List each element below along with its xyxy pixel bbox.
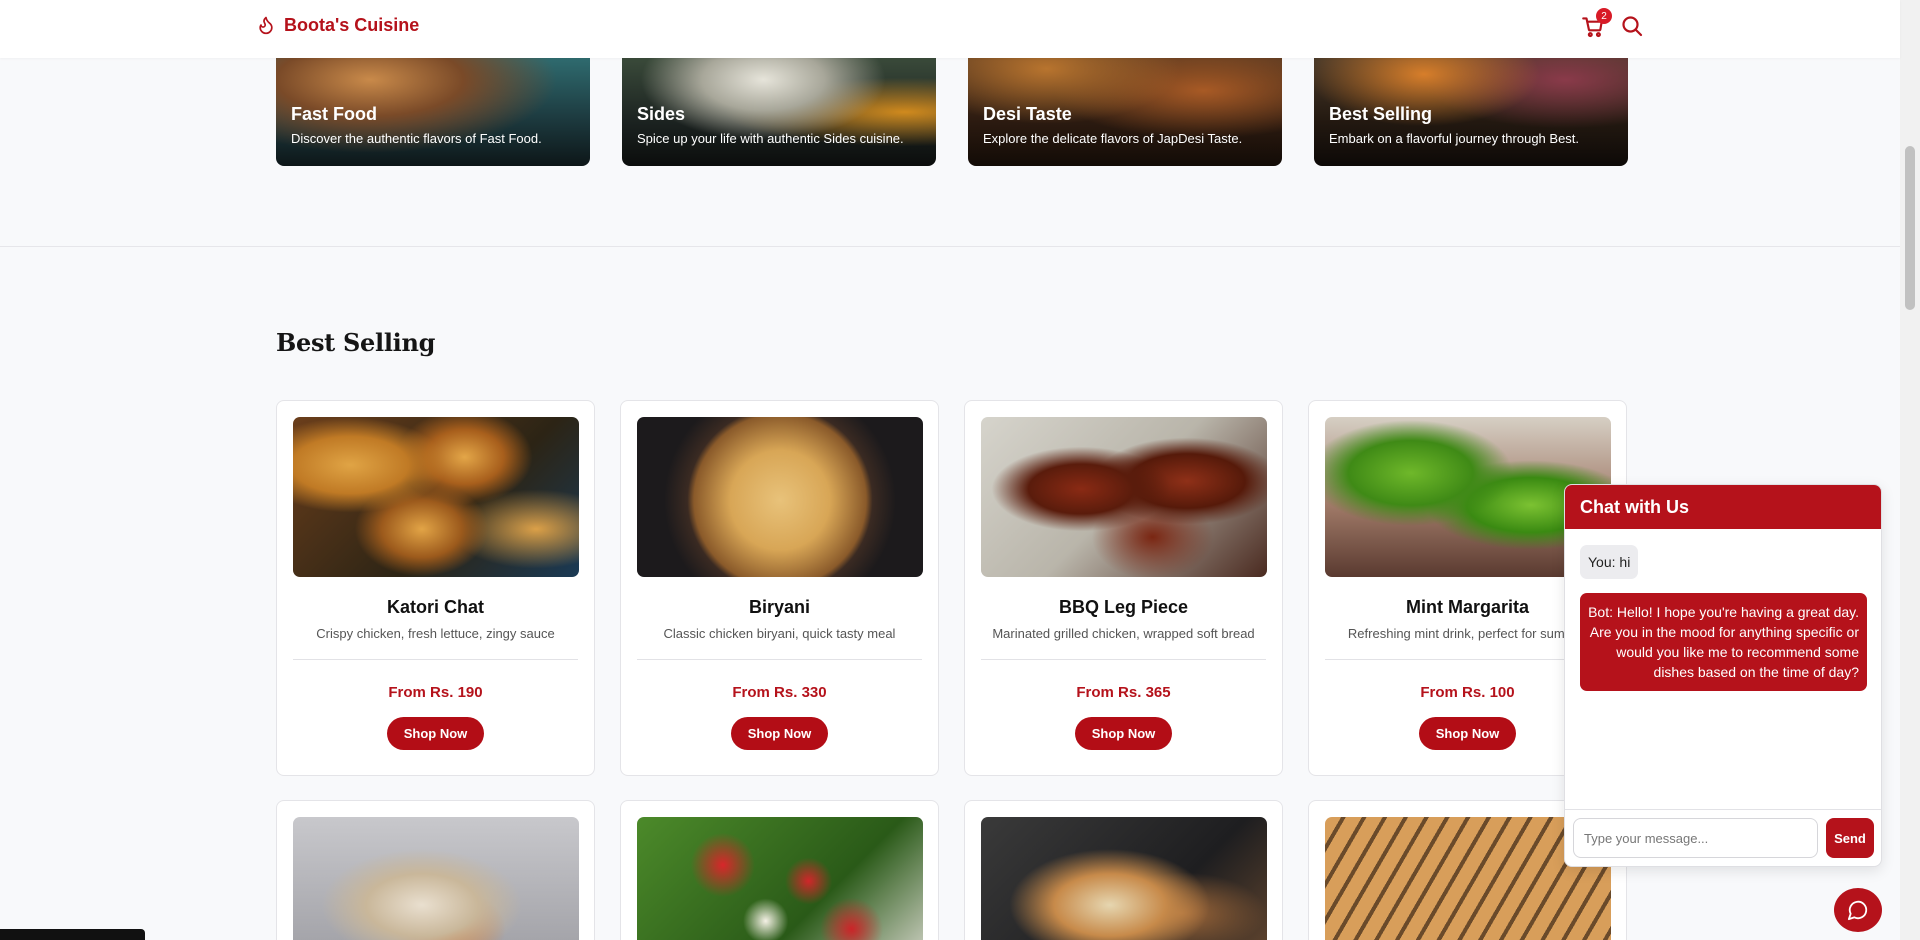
cart-button[interactable]: 2	[1580, 8, 1612, 40]
category-card-desi-taste[interactable]: Desi Taste Explore the delicate flavors …	[968, 58, 1282, 166]
product-grid: Katori Chat Crispy chicken, fresh lettuc…	[276, 400, 1627, 940]
category-desc: Embark on a flavorful journey through Be…	[1329, 131, 1580, 146]
product-card	[620, 800, 939, 940]
product-name: Katori Chat	[386, 597, 484, 617]
product-image	[981, 817, 1267, 940]
category-card-sides[interactable]: Sides Spice up your life with authentic …	[622, 58, 936, 166]
chat-title: Chat with Us	[1565, 485, 1881, 529]
chat-input[interactable]	[1573, 818, 1818, 858]
product-card: BBQ Leg Piece Marinated grilled chicken,…	[964, 400, 1283, 776]
product-image	[293, 417, 579, 577]
category-row: Fast Food Discover the authentic flavors…	[276, 58, 1628, 166]
product-desc: Marinated grilled chicken, wrapped soft …	[992, 626, 1255, 641]
product-desc: Classic chicken biryani, quick tasty mea…	[663, 626, 896, 641]
category-title: Desi Taste	[983, 104, 1072, 124]
shop-now-button[interactable]: Shop Now	[1418, 717, 1517, 750]
cart-count-badge: 2	[1596, 8, 1612, 24]
section-divider	[0, 246, 1900, 247]
card-divider	[637, 659, 922, 660]
product-card	[964, 800, 1283, 940]
shop-now-button[interactable]: Shop Now	[730, 717, 829, 750]
category-title: Best Selling	[1329, 104, 1433, 124]
chat-bot-message: Bot: Hello! I hope you're having a great…	[1580, 593, 1867, 691]
product-price: From Rs. 365	[1076, 684, 1171, 701]
category-title: Sides	[637, 104, 686, 124]
section-title: Best Selling	[276, 328, 436, 357]
category-card-best-selling[interactable]: Best Selling Embark on a flavorful journ…	[1314, 58, 1628, 166]
category-desc: Spice up your life with authentic Sides …	[637, 131, 904, 146]
product-card	[276, 800, 595, 940]
card-divider	[293, 659, 578, 660]
top-navbar: Boota's Cuisine 2	[0, 0, 1900, 58]
product-image	[637, 817, 923, 940]
product-name: BBQ Leg Piece	[1058, 597, 1189, 617]
chat-widget: Chat with Us You: hi Bot: Hello! I hope …	[1564, 484, 1882, 867]
bottom-left-bar	[0, 929, 145, 940]
product-image	[981, 417, 1267, 577]
product-price: From Rs. 190	[388, 684, 483, 701]
search-icon[interactable]	[1620, 14, 1644, 38]
brand-logo[interactable]: Boota's Cuisine	[256, 14, 419, 36]
product-image	[293, 817, 579, 940]
product-price: From Rs. 330	[732, 684, 827, 701]
chat-toggle-button[interactable]	[1834, 888, 1882, 932]
shop-now-button[interactable]: Shop Now	[1074, 717, 1173, 750]
send-button[interactable]: Send	[1826, 818, 1874, 858]
chat-user-message: You: hi	[1580, 545, 1639, 579]
product-card: Biryani Classic chicken biryani, quick t…	[620, 400, 939, 776]
brand-name: Boota's Cuisine	[284, 14, 420, 35]
product-desc: Crispy chicken, fresh lettuce, zingy sau…	[316, 626, 555, 641]
category-desc: Discover the authentic flavors of Fast F…	[291, 131, 542, 146]
chat-bubble-icon	[1847, 900, 1868, 921]
category-title: Fast Food	[291, 104, 377, 124]
product-image	[637, 417, 923, 577]
category-card-fast-food[interactable]: Fast Food Discover the authentic flavors…	[276, 58, 590, 166]
page-scrollbar[interactable]	[1900, 0, 1920, 940]
flame-icon	[259, 16, 273, 35]
product-name: Biryani	[748, 597, 811, 617]
card-divider	[981, 659, 1266, 660]
scrollbar-thumb[interactable]	[1905, 146, 1915, 310]
category-desc: Explore the delicate flavors of JapDesi …	[983, 131, 1243, 146]
shop-now-button[interactable]: Shop Now	[386, 717, 485, 750]
product-card: Katori Chat Crispy chicken, fresh lettuc…	[276, 400, 595, 776]
